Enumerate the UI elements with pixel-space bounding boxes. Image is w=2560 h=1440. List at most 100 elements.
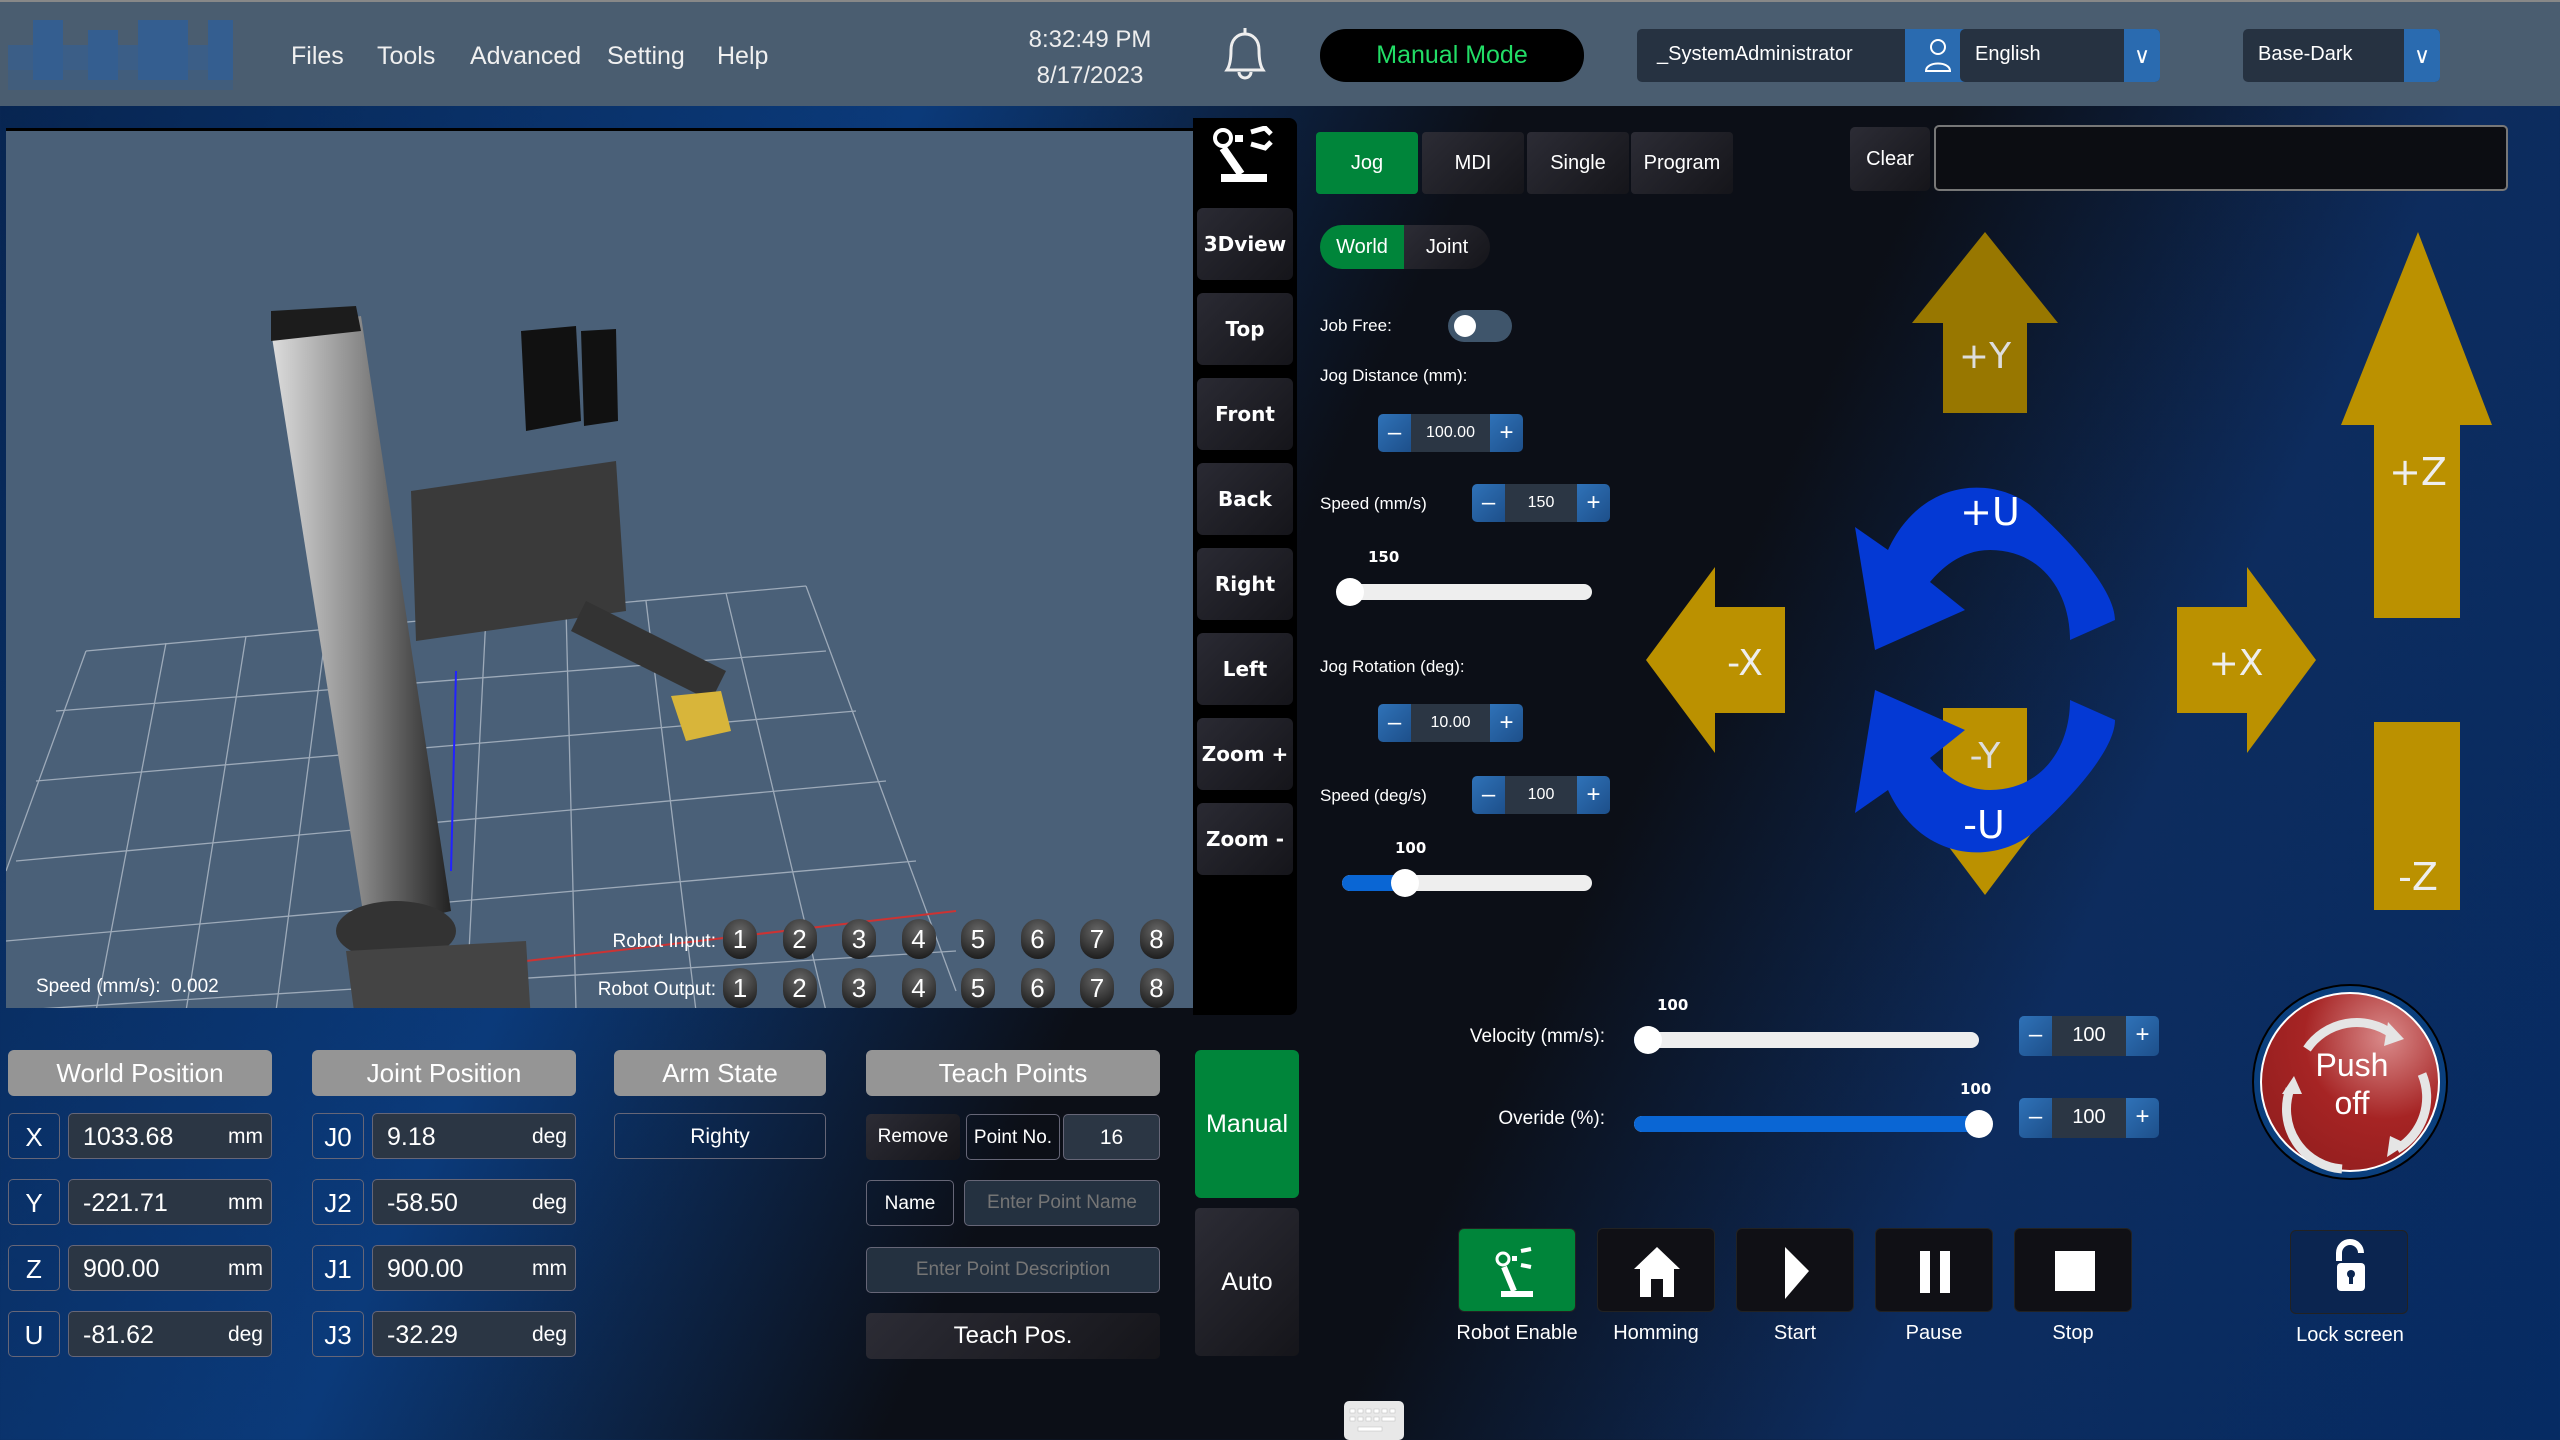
view-button-right[interactable]: Right	[1197, 548, 1293, 620]
robot-output-2[interactable]: 2	[782, 968, 817, 1008]
emergency-stop-button[interactable]: Push off	[2252, 984, 2448, 1180]
menu-setting[interactable]: Setting	[607, 42, 685, 71]
robot-output-4[interactable]: 4	[901, 968, 936, 1008]
frame-joint[interactable]: Joint	[1404, 225, 1490, 269]
view-button-3dview[interactable]: 3Dview	[1197, 208, 1293, 280]
decrement-button[interactable]: –	[1472, 776, 1505, 814]
auto-mode-button[interactable]: Auto	[1195, 1208, 1299, 1356]
tab-mdi[interactable]: MDI	[1422, 132, 1524, 194]
velocity-slider[interactable]	[1633, 1026, 1979, 1054]
robot-input-2[interactable]: 2	[782, 919, 817, 959]
lock-screen-button[interactable]	[2290, 1230, 2408, 1314]
speed-mm-slider[interactable]	[1335, 578, 1592, 606]
jog-minus-x-button[interactable]: -X	[1646, 567, 1785, 753]
robot-input-7[interactable]: 7	[1080, 919, 1114, 959]
robot-input-8[interactable]: 8	[1139, 919, 1174, 959]
velocity-value[interactable]: 100	[2052, 1016, 2126, 1056]
decrement-button[interactable]: –	[2019, 1098, 2052, 1138]
increment-button[interactable]: +	[1490, 414, 1523, 452]
remove-point-button[interactable]: Remove	[866, 1114, 960, 1160]
slider-thumb[interactable]	[1335, 578, 1364, 606]
menu-help[interactable]: Help	[717, 42, 768, 71]
robot-enable-button[interactable]	[1458, 1228, 1576, 1312]
robot-scene	[6, 306, 957, 1008]
robot-input-5[interactable]: 5	[961, 919, 995, 959]
speed-mm-stepper[interactable]: –150 +	[1472, 484, 1610, 522]
jog-plus-x-button[interactable]: +X	[2177, 567, 2316, 753]
slider-thumb[interactable]	[1633, 1026, 1662, 1054]
view-button-top[interactable]: Top	[1197, 293, 1293, 365]
chevron-down-icon[interactable]: ∨	[2124, 29, 2160, 82]
tab-jog[interactable]: Jog	[1316, 132, 1418, 194]
increment-button[interactable]: +	[2126, 1098, 2159, 1138]
view-button-back[interactable]: Back	[1197, 463, 1293, 535]
robot-input-4[interactable]: 4	[901, 919, 936, 959]
speed-deg-stepper[interactable]: –100 +	[1472, 776, 1610, 814]
menu-tools[interactable]: Tools	[377, 42, 435, 71]
point-description-input[interactable]	[866, 1247, 1160, 1293]
robot-input-1[interactable]: 1	[723, 919, 757, 959]
tab-program[interactable]: Program	[1631, 132, 1733, 194]
decrement-button[interactable]: –	[1378, 704, 1411, 742]
stop-button[interactable]	[2014, 1228, 2132, 1312]
jog-minus-z-button[interactable]: -Z	[2341, 722, 2492, 910]
robot-output-6[interactable]: 6	[1020, 968, 1055, 1008]
robot-output-3[interactable]: 3	[842, 968, 876, 1008]
robot-output-5[interactable]: 5	[961, 968, 995, 1008]
decrement-button[interactable]: –	[1378, 414, 1411, 452]
increment-button[interactable]: +	[1490, 704, 1523, 742]
point-no-input[interactable]: 16	[1063, 1114, 1160, 1160]
robot-3d-view[interactable]: Speed (mm/s): 0.002 Robot Input: Robot O…	[6, 128, 1193, 1008]
point-name-input[interactable]	[964, 1180, 1160, 1226]
start-button[interactable]	[1736, 1228, 1854, 1312]
view-button-zoomplus[interactable]: Zoom -	[1197, 803, 1293, 875]
override-stepper[interactable]: –100 +	[2019, 1098, 2159, 1138]
teach-position-button[interactable]: Teach Pos.	[866, 1313, 1160, 1359]
override-value[interactable]: 100	[2052, 1098, 2126, 1138]
override-slider[interactable]	[1634, 1110, 1993, 1138]
decrement-button[interactable]: –	[1472, 484, 1505, 522]
view-button-left[interactable]: Left	[1197, 633, 1293, 705]
menu-advanced[interactable]: Advanced	[470, 42, 581, 71]
increment-button[interactable]: +	[2126, 1016, 2159, 1056]
decrement-button[interactable]: –	[2019, 1016, 2052, 1056]
robot-output-1[interactable]: 1	[723, 968, 757, 1008]
velocity-stepper[interactable]: –100 +	[2019, 1016, 2159, 1056]
chevron-down-icon[interactable]: ∨	[2404, 29, 2440, 82]
message-box[interactable]	[1934, 125, 2508, 191]
clear-button[interactable]: Clear	[1850, 127, 1930, 191]
jog-distance-value[interactable]: 100.00	[1411, 414, 1490, 452]
theme-select[interactable]: Base-Dark ∨	[2243, 29, 2440, 82]
slider-thumb[interactable]	[1965, 1110, 1993, 1138]
menu-files[interactable]: Files	[291, 42, 344, 71]
world-value-u: -81.62 deg	[68, 1311, 272, 1357]
pause-button[interactable]	[1875, 1228, 1993, 1312]
slider-thumb[interactable]	[1390, 869, 1419, 897]
keyboard-icon[interactable]	[1344, 1401, 1404, 1440]
increment-button[interactable]: +	[1577, 776, 1610, 814]
bell-icon[interactable]	[1215, 24, 1275, 86]
speed-mm-value[interactable]: 150	[1505, 484, 1577, 522]
jog-rotation-stepper[interactable]: –10.00 +	[1378, 704, 1523, 742]
view-button-front[interactable]: Front	[1197, 378, 1293, 450]
homming-button[interactable]	[1597, 1228, 1715, 1312]
jog-rotation-value[interactable]: 10.00	[1411, 704, 1490, 742]
robot-input-6[interactable]: 6	[1020, 919, 1055, 959]
manual-mode-button[interactable]: Manual	[1195, 1050, 1299, 1198]
speed-deg-value[interactable]: 100	[1505, 776, 1577, 814]
job-free-toggle[interactable]	[1448, 310, 1512, 342]
language-select[interactable]: English ∨	[1960, 29, 2160, 82]
frame-world[interactable]: World	[1320, 225, 1404, 269]
robot-output-8[interactable]: 8	[1139, 968, 1174, 1008]
jog-plus-u-button[interactable]: +U	[1855, 487, 2115, 650]
speed-deg-slider[interactable]	[1342, 869, 1592, 897]
jog-plus-z-button[interactable]: +Z	[2341, 232, 2492, 618]
increment-button[interactable]: +	[1577, 484, 1610, 522]
robot-output-7[interactable]: 7	[1080, 968, 1114, 1008]
view-button-zoomplus[interactable]: Zoom +	[1197, 718, 1293, 790]
user-selector[interactable]: _SystemAdministrator	[1637, 29, 1971, 82]
tab-single[interactable]: Single	[1527, 132, 1629, 194]
robot-input-3[interactable]: 3	[842, 919, 876, 959]
jog-distance-stepper[interactable]: –100.00 +	[1378, 414, 1523, 452]
jog-plus-y-button[interactable]: +Y	[1912, 232, 2058, 413]
